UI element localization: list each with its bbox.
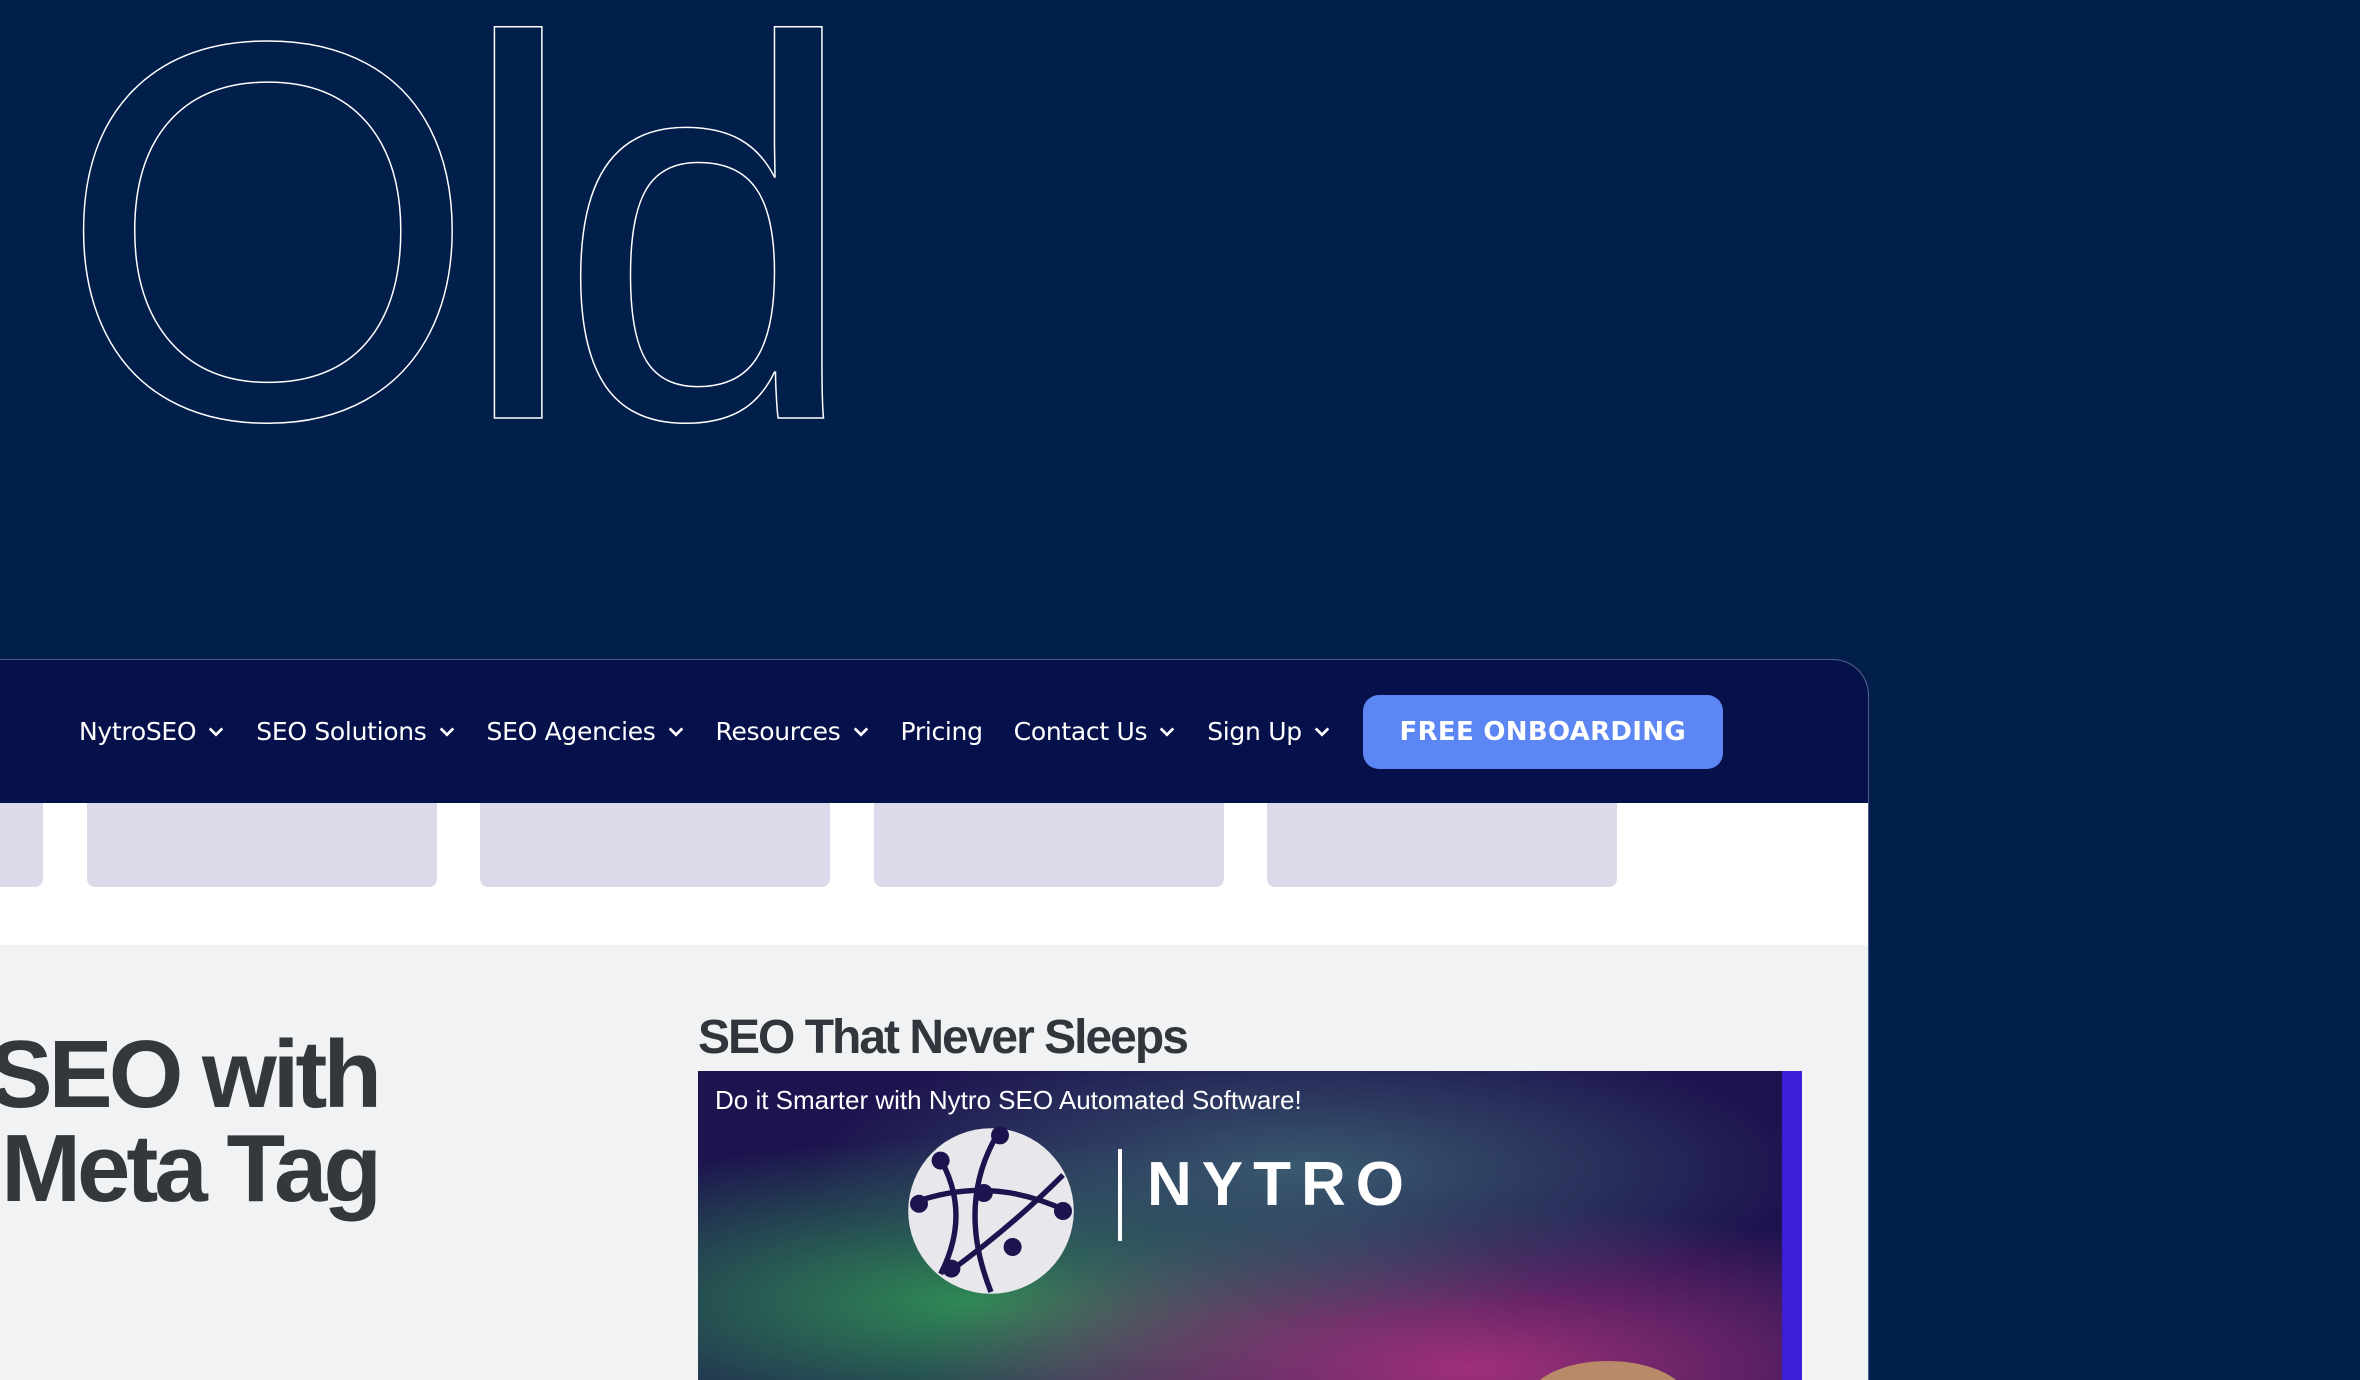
nav-item-label: SEO Agencies bbox=[486, 717, 656, 746]
category-card[interactable] bbox=[1267, 803, 1617, 887]
nav-item-sign-up[interactable]: Sign Up bbox=[1207, 717, 1331, 746]
site-window: NytroSEO SEO Solutions SEO Agencies Resourc… bbox=[0, 659, 1869, 1380]
logo-divider bbox=[1118, 1149, 1122, 1241]
globe-logo-icon bbox=[908, 1126, 1074, 1294]
chevron-down-icon bbox=[439, 726, 454, 737]
nav-item-nytroseo[interactable]: NytroSEO bbox=[79, 717, 225, 746]
nav-item-seo-solutions[interactable]: SEO Solutions bbox=[256, 717, 455, 746]
category-card[interactable] bbox=[874, 803, 1224, 887]
nav-item-label: Sign Up bbox=[1207, 717, 1302, 746]
headline-line-2: Meta Tag bbox=[1, 1115, 382, 1222]
headline-line-1: ng SEO with bbox=[0, 1021, 382, 1128]
chevron-down-icon bbox=[668, 726, 683, 737]
category-card[interactable] bbox=[480, 803, 830, 887]
nav-item-label: Contact Us bbox=[1013, 717, 1148, 746]
nav-item-label: NytroSEO bbox=[79, 717, 197, 746]
chevron-down-icon bbox=[1314, 726, 1330, 737]
video-section-title: SEO That Never Sleeps bbox=[698, 1011, 1189, 1064]
nav-item-pricing[interactable]: Pricing bbox=[901, 717, 983, 746]
nav-item-label: SEO Solutions bbox=[256, 717, 427, 746]
video-logo-text: NYTRO bbox=[1147, 1150, 1414, 1219]
main-navbar: NytroSEO SEO Solutions SEO Agencies Resourc… bbox=[0, 660, 1868, 803]
nav-menu: NytroSEO SEO Solutions SEO Agencies Resourc… bbox=[79, 717, 1362, 746]
page-headline: ng SEO with Meta Tag bbox=[0, 1021, 382, 1222]
category-card[interactable] bbox=[0, 803, 43, 887]
nav-item-resources[interactable]: Resources bbox=[716, 717, 870, 746]
category-tab-strip bbox=[0, 803, 1868, 945]
nav-item-label: Pricing bbox=[900, 717, 983, 746]
video-caption: Do it Smarter with Nytro SEO Automated S… bbox=[715, 1085, 1302, 1115]
nav-item-label: Resources bbox=[715, 717, 841, 746]
nav-item-contact-us[interactable]: Contact Us bbox=[1014, 717, 1177, 746]
hero-outline-word: Old bbox=[57, 0, 859, 460]
nav-item-seo-agencies[interactable]: SEO Agencies bbox=[487, 717, 685, 746]
hero-outline-text: Old bbox=[58, 0, 838, 460]
video-background bbox=[698, 1071, 1802, 1380]
free-onboarding-button[interactable]: FREE ONBOARDING bbox=[1362, 694, 1723, 769]
chevron-down-icon bbox=[209, 726, 224, 737]
chevron-down-icon bbox=[1159, 726, 1175, 737]
category-card[interactable] bbox=[87, 803, 437, 887]
video-edge-bar bbox=[1782, 1071, 1802, 1380]
promo-video-player[interactable]: Do it Smarter with Nytro SEO Automated S… bbox=[698, 1071, 1802, 1380]
chevron-down-icon bbox=[853, 726, 868, 737]
